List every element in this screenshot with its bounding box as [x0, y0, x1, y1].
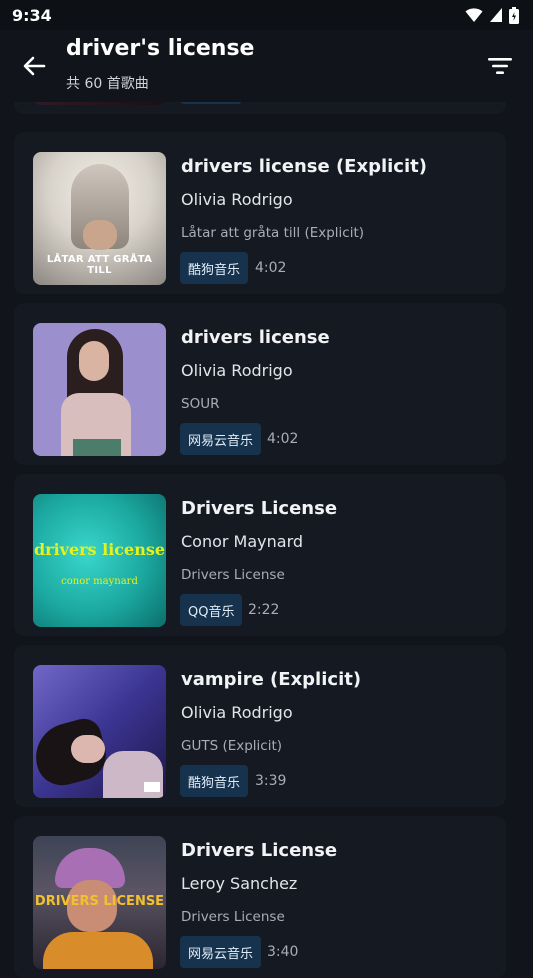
song-count: 共 60 首歌曲 [66, 76, 149, 92]
song-title: vampire (Explicit) [181, 669, 362, 690]
source-badge: 酷狗音乐 [180, 765, 249, 797]
song-duration: 3:40 [267, 944, 299, 960]
status-time: 9:34 [12, 5, 52, 25]
album-cover [33, 665, 166, 798]
song-card[interactable]: drivers license Olivia Rodrigo SOUR 网易云音… [14, 303, 506, 465]
song-album: SOUR [181, 396, 220, 412]
source-badge: 酷狗音乐 [180, 252, 249, 284]
back-arrow-icon[interactable] [20, 52, 48, 80]
song-artist: Olivia Rodrigo [181, 703, 293, 722]
song-card[interactable]: vampire (Explicit) Olivia Rodrigo GUTS (… [14, 645, 506, 807]
cover-text: LÅTAR ATT GRÅTA TILL [46, 254, 153, 276]
cover-face [71, 735, 105, 763]
album-cover: LÅTAR ATT GRÅTA TILL [33, 152, 166, 285]
status-icons [465, 6, 519, 24]
source-badge: 网易云音乐 [180, 423, 262, 455]
cover-face [79, 341, 109, 381]
source-badge: 网易云音乐 [180, 936, 262, 968]
song-title: drivers license (Explicit) [181, 156, 427, 177]
song-artist: Leroy Sanchez [181, 874, 298, 893]
cover-hands [83, 220, 117, 250]
song-card[interactable]: drivers license conor maynard Drivers Li… [14, 474, 506, 636]
app-bar: driver's license 共 60 首歌曲 [0, 30, 533, 102]
cover-skirt [73, 439, 121, 456]
song-title: Drivers License [181, 498, 338, 519]
album-cover [33, 323, 166, 456]
cover-text: DRIVERS LICENSE [34, 894, 165, 909]
cover-shirt [43, 932, 153, 969]
signal-icon [490, 8, 502, 22]
explicit-label [144, 782, 160, 792]
album-cover: DRIVERS LICENSE [33, 836, 166, 969]
song-album: GUTS (Explicit) [181, 738, 283, 754]
source-badge: QQ音乐 [180, 594, 243, 626]
cover-text-title: drivers license [33, 540, 166, 559]
song-card[interactable]: DRIVERS LICENSE Drivers License Leroy Sa… [14, 816, 506, 978]
page-title: driver's license [66, 36, 255, 61]
song-album: Låtar att gråta till (Explicit) [181, 225, 365, 241]
album-cover: drivers license conor maynard [33, 494, 166, 627]
status-bar: 9:34 [0, 0, 533, 30]
cover-text-artist: conor maynard [61, 576, 138, 587]
song-title: Drivers License [181, 840, 338, 861]
song-duration: 4:02 [255, 260, 287, 276]
song-title: drivers license [181, 327, 330, 348]
song-artist: Olivia Rodrigo [181, 190, 293, 209]
song-album: Drivers License [181, 909, 285, 925]
song-duration: 4:02 [267, 431, 299, 447]
wifi-icon [465, 8, 483, 22]
filter-icon[interactable] [487, 54, 513, 78]
battery-icon [509, 6, 519, 24]
song-card[interactable]: LÅTAR ATT GRÅTA TILL drivers license (Ex… [14, 132, 506, 294]
song-artist: Conor Maynard [181, 532, 304, 551]
song-album: Drivers License [181, 567, 285, 583]
song-duration: 2:22 [248, 602, 280, 618]
song-artist: Olivia Rodrigo [181, 361, 293, 380]
song-duration: 3:39 [255, 773, 287, 789]
